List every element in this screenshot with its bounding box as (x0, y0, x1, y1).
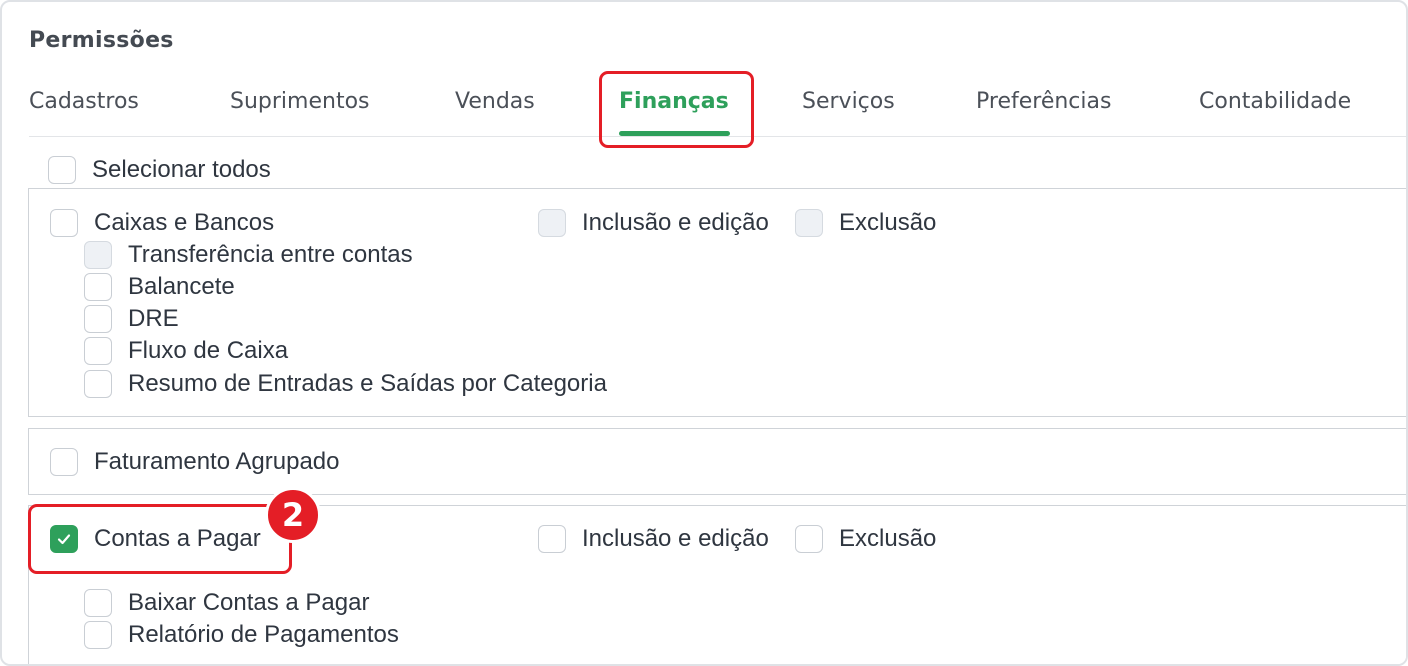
tabs-divider (29, 136, 1406, 137)
fluxo-caixa-row[interactable]: Fluxo de Caixa (84, 337, 288, 365)
tab-financas[interactable]: Finanças (619, 89, 729, 114)
caixas-inclusao-row[interactable]: Inclusão e edição (538, 209, 769, 237)
tab-contabilidade[interactable]: Contabilidade (1199, 89, 1351, 114)
tab-cadastros[interactable]: Cadastros (29, 89, 139, 114)
fluxo-caixa-label: Fluxo de Caixa (128, 337, 289, 364)
contas-inclusao-label: Inclusão e edição (582, 525, 769, 552)
contas-exclusao-row[interactable]: Exclusão (795, 525, 936, 553)
caixas-inclusao-checkbox[interactable] (538, 209, 566, 237)
select-all-label: Selecionar todos (92, 156, 271, 183)
contas-pagar-checkbox[interactable] (50, 525, 78, 553)
tab-bar: Cadastros Suprimentos Vendas Finanças Se… (2, 72, 1406, 136)
baixar-contas-row[interactable]: Baixar Contas a Pagar (84, 589, 369, 617)
dre-checkbox[interactable] (84, 305, 112, 333)
relatorio-pagamentos-checkbox[interactable] (84, 621, 112, 649)
transferencia-row[interactable]: Transferência entre contas (84, 241, 413, 269)
resumo-entradas-row[interactable]: Resumo de Entradas e Saídas por Categori… (84, 370, 607, 398)
contas-exclusao-checkbox[interactable] (795, 525, 823, 553)
contas-inclusao-checkbox[interactable] (538, 525, 566, 553)
tab-preferencias[interactable]: Preferências (976, 89, 1111, 114)
tab-suprimentos[interactable]: Suprimentos (230, 89, 370, 114)
caixas-inclusao-label: Inclusão e edição (582, 209, 769, 236)
relatorio-pagamentos-row[interactable]: Relatório de Pagamentos (84, 621, 399, 649)
check-icon (57, 534, 71, 545)
relatorio-pagamentos-label: Relatório de Pagamentos (128, 621, 399, 648)
balancete-checkbox[interactable] (84, 273, 112, 301)
contas-pagar-label: Contas a Pagar (94, 525, 261, 552)
caixas-exclusao-checkbox[interactable] (795, 209, 823, 237)
fluxo-caixa-checkbox[interactable] (84, 337, 112, 365)
step-badge: 2 (265, 487, 321, 543)
resumo-entradas-checkbox[interactable] (84, 370, 112, 398)
caixas-bancos-checkbox[interactable] (50, 209, 78, 237)
select-all-row[interactable]: Selecionar todos (48, 156, 271, 184)
page-title: Permissões (29, 28, 174, 53)
transferencia-checkbox[interactable] (84, 241, 112, 269)
resumo-entradas-label: Resumo de Entradas e Saídas por Categori… (128, 370, 607, 397)
tab-servicos[interactable]: Serviços (802, 89, 895, 114)
caixas-bancos-row[interactable]: Caixas e Bancos (50, 209, 274, 237)
faturamento-label: Faturamento Agrupado (94, 448, 340, 475)
permissions-panel: Permissões Cadastros Suprimentos Vendas … (0, 0, 1408, 666)
tab-vendas[interactable]: Vendas (455, 89, 535, 114)
caixas-exclusao-label: Exclusão (839, 209, 937, 236)
faturamento-checkbox[interactable] (50, 448, 78, 476)
dre-row[interactable]: DRE (84, 305, 179, 333)
contas-pagar-row[interactable]: Contas a Pagar (50, 525, 261, 553)
caixas-exclusao-row[interactable]: Exclusão (795, 209, 936, 237)
balancete-row[interactable]: Balancete (84, 273, 235, 301)
contas-exclusao-label: Exclusão (839, 525, 937, 552)
transferencia-label: Transferência entre contas (128, 241, 413, 268)
dre-label: DRE (128, 305, 179, 332)
select-all-checkbox[interactable] (48, 156, 76, 184)
baixar-contas-label: Baixar Contas a Pagar (128, 589, 370, 616)
baixar-contas-checkbox[interactable] (84, 589, 112, 617)
balancete-label: Balancete (128, 273, 235, 300)
caixas-bancos-label: Caixas e Bancos (94, 209, 275, 236)
contas-inclusao-row[interactable]: Inclusão e edição (538, 525, 769, 553)
faturamento-row[interactable]: Faturamento Agrupado (50, 448, 340, 476)
